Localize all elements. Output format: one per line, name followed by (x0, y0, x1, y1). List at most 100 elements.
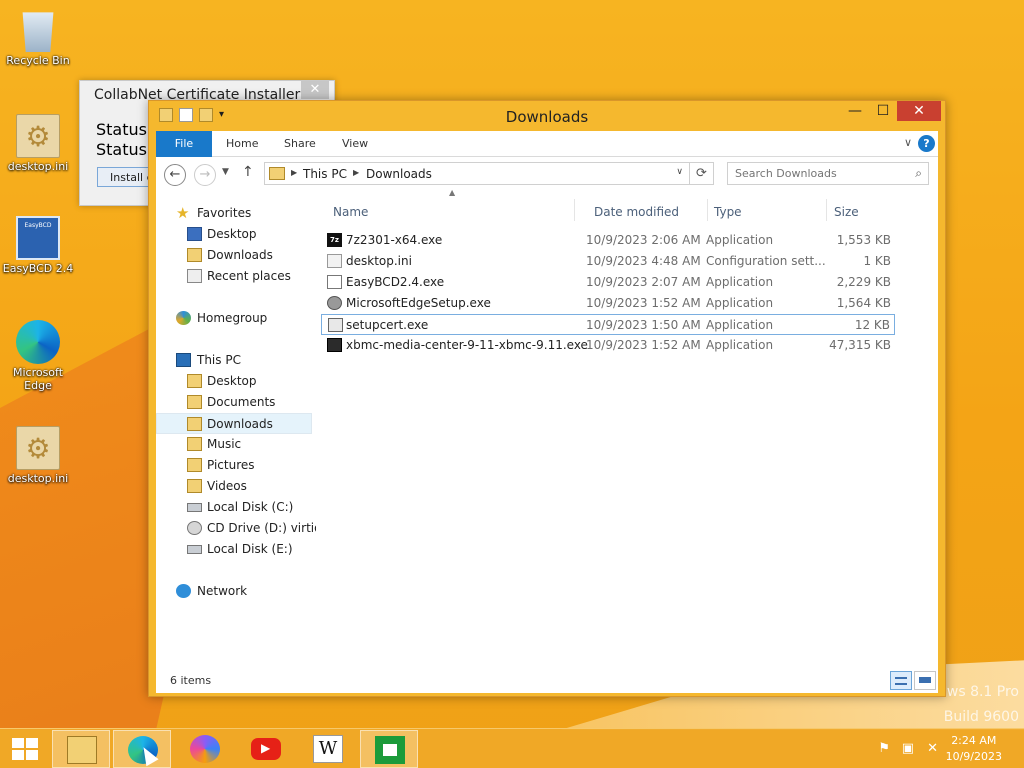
file-size: 47,315 KB (829, 338, 891, 352)
nav-favorites-desktop[interactable]: Desktop (156, 224, 312, 245)
refresh-icon[interactable]: ⟳ (690, 162, 714, 185)
search-box[interactable]: ⌕ (727, 162, 929, 185)
table-row[interactable]: 7z 7z2301-x64.exe 10/9/2023 2:06 AM Appl… (321, 230, 895, 251)
desktop-icon-desktop-ini[interactable]: desktop.ini (2, 114, 74, 173)
windows-build-watermark: Build 9600 (943, 709, 1019, 725)
file-name: setupcert.exe (346, 318, 429, 332)
taskbar-file-explorer[interactable] (52, 730, 110, 768)
window-title: Downloads (505, 108, 589, 126)
file-size: 2,229 KB (836, 275, 891, 289)
explorer-window[interactable]: ▾ Downloads — ☐ ✕ File Home Share View ∨… (148, 100, 946, 697)
column-header-name[interactable]: Name (333, 205, 368, 219)
folder-icon (187, 395, 202, 409)
recent-locations-icon[interactable]: ▼ (222, 167, 229, 177)
close-button[interactable]: ✕ (897, 101, 941, 121)
file-name: EasyBCD2.4.exe (346, 275, 445, 289)
table-row[interactable]: MicrosoftEdgeSetup.exe 10/9/2023 1:52 AM… (321, 293, 895, 314)
tab-home[interactable]: Home (212, 131, 272, 157)
title-bar[interactable]: ▾ Downloads — ☐ ✕ (149, 101, 945, 131)
address-dropdown-icon[interactable]: ∨ (676, 167, 683, 177)
address-bar[interactable]: ▶ This PC ▶ Downloads ∨ (264, 162, 690, 185)
table-row[interactable]: desktop.ini 10/9/2023 4:48 AM Configurat… (321, 251, 895, 272)
nav-pc-videos[interactable]: Videos (156, 476, 312, 497)
column-divider[interactable] (574, 199, 575, 221)
nav-pc-documents[interactable]: Documents (156, 392, 312, 413)
copilot-icon (190, 735, 220, 763)
desktop-icon-edge[interactable]: Microsoft Edge (2, 320, 74, 392)
table-row-selected[interactable]: setupcert.exe 10/9/2023 1:50 AM Applicat… (321, 314, 895, 335)
file-size: 1,564 KB (836, 296, 891, 310)
sort-ascending-icon: ▲ (449, 188, 456, 197)
taskbar-store[interactable] (360, 730, 418, 768)
recent-places-icon (187, 269, 202, 283)
installer-close-button[interactable]: ✕ (301, 81, 329, 99)
nav-favorites[interactable]: ★ Favorites (156, 203, 312, 224)
expand-ribbon-icon[interactable]: ∨ (904, 136, 912, 149)
action-center-flag-icon[interactable]: ⚑ (878, 741, 890, 756)
nav-label: Downloads (207, 417, 273, 431)
taskbar-youtube[interactable] (237, 730, 295, 768)
volume-muted-icon[interactable]: ✕ (927, 741, 938, 756)
column-header-type[interactable]: Type (714, 205, 742, 219)
tab-view[interactable]: View (328, 131, 382, 157)
help-icon[interactable]: ? (918, 135, 935, 152)
desktop-icon-label: desktop.ini (7, 160, 69, 173)
tab-share[interactable]: Share (270, 131, 330, 157)
search-input[interactable] (728, 163, 898, 184)
clock-time: 2:24 AM (951, 734, 997, 747)
nav-label: This PC (197, 353, 241, 367)
tab-file[interactable]: File (156, 131, 212, 157)
nav-this-pc[interactable]: This PC (156, 350, 312, 371)
nav-pc-local-disk-e[interactable]: Local Disk (E:) (156, 539, 312, 560)
large-icons-view-button[interactable] (914, 671, 936, 690)
taskbar-copilot[interactable] (176, 730, 234, 768)
nav-pc-local-disk-c[interactable]: Local Disk (C:) (156, 497, 312, 518)
edge-icon (16, 320, 60, 364)
network-icon[interactable]: ▣ (902, 741, 914, 756)
store-icon (375, 736, 405, 764)
file-list[interactable]: ▲ Name Date modified Type Size 7z 7z2301… (321, 188, 938, 667)
back-arrow-icon[interactable]: ← (164, 164, 186, 186)
file-date: 10/9/2023 4:48 AM (586, 254, 701, 268)
maximize-button[interactable]: ☐ (869, 101, 897, 121)
details-view-button[interactable] (890, 671, 912, 690)
navigation-pane[interactable]: ★ Favorites Desktop Downloads Recent pla… (156, 193, 316, 667)
column-header-date-modified[interactable]: Date modified (594, 205, 679, 219)
nav-pc-pictures[interactable]: Pictures (156, 455, 312, 476)
exe-icon (328, 318, 343, 332)
clock[interactable]: 2:24 AM 10/9/2023 (946, 733, 1002, 765)
nav-favorites-downloads[interactable]: Downloads (156, 245, 312, 266)
hard-disk-icon (187, 503, 202, 512)
xbmc-icon (327, 338, 342, 352)
minimize-button[interactable]: — (841, 101, 869, 121)
column-divider[interactable] (826, 199, 827, 221)
breadcrumb-this-pc[interactable]: This PC (303, 167, 347, 181)
file-date: 10/9/2023 2:07 AM (586, 275, 701, 289)
table-row[interactable]: EasyBCD2.4.exe 10/9/2023 2:07 AM Applica… (321, 272, 895, 293)
up-arrow-icon[interactable]: ↑ (242, 164, 254, 180)
desktop-icon-desktop-ini-2[interactable]: desktop.ini (2, 426, 74, 485)
table-row[interactable]: xbmc-media-center-9-11-xbmc-9.11.exe 10/… (321, 335, 895, 356)
nav-label: Pictures (207, 458, 255, 472)
taskbar-wikipedia[interactable]: W (299, 730, 357, 768)
column-divider[interactable] (707, 199, 708, 221)
breadcrumb-downloads[interactable]: Downloads (366, 167, 432, 181)
nav-network[interactable]: Network (156, 581, 312, 602)
forward-arrow-icon[interactable]: → (194, 164, 216, 186)
nav-label: Desktop (207, 374, 257, 388)
desktop-icon-recycle-bin[interactable]: Recycle Bin (2, 8, 74, 67)
folder-icon (187, 374, 202, 388)
nav-favorites-recent-places[interactable]: Recent places (156, 266, 312, 287)
nav-homegroup[interactable]: Homegroup (156, 308, 312, 329)
hard-disk-icon (187, 545, 202, 554)
column-header-size[interactable]: Size (834, 205, 859, 219)
file-name: xbmc-media-center-9-11-xbmc-9.11.exe (346, 338, 588, 352)
start-button[interactable] (12, 738, 38, 760)
file-size: 12 KB (854, 318, 890, 332)
nav-pc-music[interactable]: Music (156, 434, 312, 455)
nav-pc-desktop[interactable]: Desktop (156, 371, 312, 392)
nav-pc-downloads[interactable]: Downloads (156, 413, 312, 434)
desktop-icon-easybcd[interactable]: EasyBCD 2.4 (2, 216, 74, 275)
nav-pc-cd-drive-d[interactable]: CD Drive (D:) virtio-w (156, 518, 316, 539)
nav-label: Downloads (207, 248, 273, 262)
